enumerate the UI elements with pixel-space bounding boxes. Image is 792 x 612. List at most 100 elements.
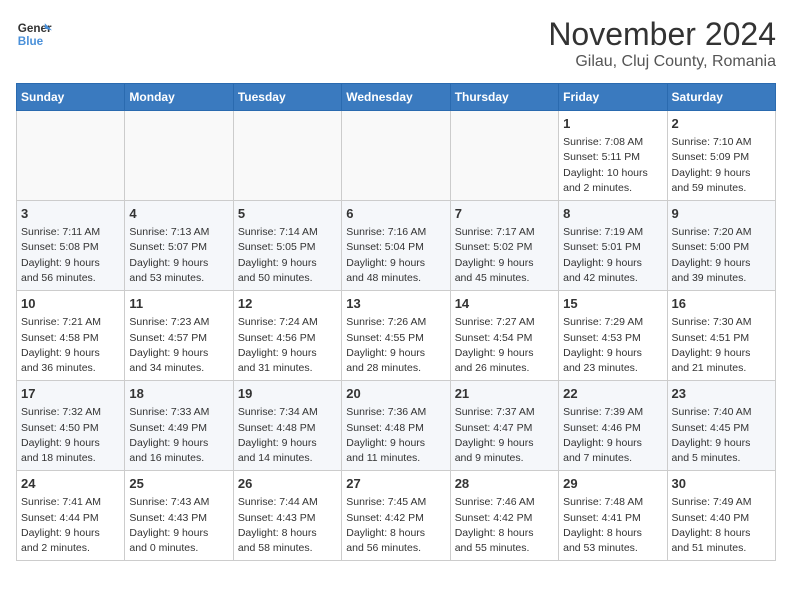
day-number: 19 <box>238 385 337 403</box>
calendar-cell: 23 Sunrise: 7:40 AMSunset: 4:45 PMDayligh… <box>667 381 775 471</box>
day-number: 26 <box>238 475 337 493</box>
day-info: Sunrise: 7:44 AMSunset: 4:43 PMDaylight:… <box>238 495 337 556</box>
page-subtitle: Gilau, Cluj County, Romania <box>548 53 776 71</box>
page-title: November 2024 <box>548 16 776 53</box>
day-of-week-header: Friday <box>559 84 667 111</box>
calendar-cell: 22 Sunrise: 7:39 AMSunset: 4:46 PMDayligh… <box>559 381 667 471</box>
calendar-cell: 19 Sunrise: 7:34 AMSunset: 4:48 PMDayligh… <box>233 381 341 471</box>
day-info: Sunrise: 7:39 AMSunset: 4:46 PMDaylight:… <box>563 405 662 466</box>
day-number: 1 <box>563 115 662 133</box>
day-info: Sunrise: 7:45 AMSunset: 4:42 PMDaylight:… <box>346 495 445 556</box>
calendar-cell: 15 Sunrise: 7:29 AMSunset: 4:53 PMDayligh… <box>559 291 667 381</box>
day-number: 16 <box>672 295 771 313</box>
day-of-week-header: Sunday <box>17 84 125 111</box>
day-of-week-header: Thursday <box>450 84 558 111</box>
day-info: Sunrise: 7:48 AMSunset: 4:41 PMDaylight:… <box>563 495 662 556</box>
day-info: Sunrise: 7:41 AMSunset: 4:44 PMDaylight:… <box>21 495 120 556</box>
logo-icon: General Blue <box>16 16 52 52</box>
day-number: 10 <box>21 295 120 313</box>
day-number: 12 <box>238 295 337 313</box>
calendar-cell: 11 Sunrise: 7:23 AMSunset: 4:57 PMDayligh… <box>125 291 233 381</box>
calendar-cell: 18Sunrise: 7:33 AMSunset: 4:49 PMDayligh… <box>125 381 233 471</box>
day-info: Sunrise: 7:32 AMSunset: 4:50 PMDaylight:… <box>21 405 120 466</box>
day-number: 13 <box>346 295 445 313</box>
day-info: Sunrise: 7:36 AMSunset: 4:48 PMDaylight:… <box>346 405 445 466</box>
calendar-cell: 30 Sunrise: 7:49 AMSunset: 4:40 PMDayligh… <box>667 471 775 561</box>
calendar-header-row: SundayMondayTuesdayWednesdayThursdayFrid… <box>17 84 776 111</box>
calendar-cell: 4Sunrise: 7:13 AMSunset: 5:07 PMDaylight… <box>125 201 233 291</box>
calendar-cell: 14Sunrise: 7:27 AMSunset: 4:54 PMDayligh… <box>450 291 558 381</box>
day-number: 14 <box>455 295 554 313</box>
day-info: Sunrise: 7:49 AMSunset: 4:40 PMDaylight:… <box>672 495 771 556</box>
calendar-cell: 3 Sunrise: 7:11 AMSunset: 5:08 PMDaylight… <box>17 201 125 291</box>
calendar-cell: 10 Sunrise: 7:21 AMSunset: 4:58 PMDayligh… <box>17 291 125 381</box>
day-number: 11 <box>129 295 228 313</box>
calendar-week-row: 24 Sunrise: 7:41 AMSunset: 4:44 PMDayligh… <box>17 471 776 561</box>
day-of-week-header: Tuesday <box>233 84 341 111</box>
day-number: 28 <box>455 475 554 493</box>
logo: General Blue <box>16 16 52 52</box>
calendar-cell <box>342 111 450 201</box>
day-number: 30 <box>672 475 771 493</box>
day-info: Sunrise: 7:13 AMSunset: 5:07 PMDaylight:… <box>129 225 228 286</box>
day-number: 7 <box>455 205 554 223</box>
day-number: 22 <box>563 385 662 403</box>
svg-text:Blue: Blue <box>18 35 44 48</box>
day-info: Sunrise: 7:34 AMSunset: 4:48 PMDaylight:… <box>238 405 337 466</box>
day-number: 24 <box>21 475 120 493</box>
calendar-cell: 13 Sunrise: 7:26 AMSunset: 4:55 PMDayligh… <box>342 291 450 381</box>
calendar-week-row: 10 Sunrise: 7:21 AMSunset: 4:58 PMDayligh… <box>17 291 776 381</box>
day-number: 21 <box>455 385 554 403</box>
day-info: Sunrise: 7:21 AMSunset: 4:58 PMDaylight:… <box>21 315 120 376</box>
day-info: Sunrise: 7:20 AMSunset: 5:00 PMDaylight:… <box>672 225 771 286</box>
calendar-cell: 26 Sunrise: 7:44 AMSunset: 4:43 PMDayligh… <box>233 471 341 561</box>
calendar-week-row: 17 Sunrise: 7:32 AMSunset: 4:50 PMDayligh… <box>17 381 776 471</box>
day-info: Sunrise: 7:30 AMSunset: 4:51 PMDaylight:… <box>672 315 771 376</box>
calendar-cell <box>233 111 341 201</box>
calendar-cell: 27 Sunrise: 7:45 AMSunset: 4:42 PMDayligh… <box>342 471 450 561</box>
day-number: 15 <box>563 295 662 313</box>
day-info: Sunrise: 7:16 AMSunset: 5:04 PMDaylight:… <box>346 225 445 286</box>
page-header: General Blue November 2024 Gilau, Cluj C… <box>16 16 776 71</box>
day-number: 17 <box>21 385 120 403</box>
title-block: November 2024 Gilau, Cluj County, Romani… <box>548 16 776 71</box>
day-number: 27 <box>346 475 445 493</box>
calendar-cell <box>450 111 558 201</box>
day-number: 2 <box>672 115 771 133</box>
day-info: Sunrise: 7:23 AMSunset: 4:57 PMDaylight:… <box>129 315 228 376</box>
day-info: Sunrise: 7:17 AMSunset: 5:02 PMDaylight:… <box>455 225 554 286</box>
calendar-cell: 5Sunrise: 7:14 AMSunset: 5:05 PMDaylight… <box>233 201 341 291</box>
day-number: 6 <box>346 205 445 223</box>
day-number: 25 <box>129 475 228 493</box>
day-info: Sunrise: 7:40 AMSunset: 4:45 PMDaylight:… <box>672 405 771 466</box>
day-info: Sunrise: 7:10 AMSunset: 5:09 PMDaylight:… <box>672 135 771 196</box>
calendar-cell: 6 Sunrise: 7:16 AMSunset: 5:04 PMDaylight… <box>342 201 450 291</box>
calendar-cell: 1 Sunrise: 7:08 AMSunset: 5:11 PMDaylight… <box>559 111 667 201</box>
day-info: Sunrise: 7:29 AMSunset: 4:53 PMDaylight:… <box>563 315 662 376</box>
day-of-week-header: Monday <box>125 84 233 111</box>
calendar-cell: 7 Sunrise: 7:17 AMSunset: 5:02 PMDaylight… <box>450 201 558 291</box>
day-info: Sunrise: 7:24 AMSunset: 4:56 PMDaylight:… <box>238 315 337 376</box>
day-info: Sunrise: 7:26 AMSunset: 4:55 PMDaylight:… <box>346 315 445 376</box>
day-number: 23 <box>672 385 771 403</box>
calendar-cell: 28 Sunrise: 7:46 AMSunset: 4:42 PMDayligh… <box>450 471 558 561</box>
day-number: 29 <box>563 475 662 493</box>
day-info: Sunrise: 7:08 AMSunset: 5:11 PMDaylight:… <box>563 135 662 196</box>
day-number: 8 <box>563 205 662 223</box>
calendar-cell: 21Sunrise: 7:37 AMSunset: 4:47 PMDayligh… <box>450 381 558 471</box>
calendar-cell: 2 Sunrise: 7:10 AMSunset: 5:09 PMDaylight… <box>667 111 775 201</box>
calendar-cell: 16 Sunrise: 7:30 AMSunset: 4:51 PMDayligh… <box>667 291 775 381</box>
calendar-cell: 29 Sunrise: 7:48 AMSunset: 4:41 PMDayligh… <box>559 471 667 561</box>
day-number: 3 <box>21 205 120 223</box>
day-number: 20 <box>346 385 445 403</box>
day-info: Sunrise: 7:43 AMSunset: 4:43 PMDaylight:… <box>129 495 228 556</box>
day-number: 18 <box>129 385 228 403</box>
day-info: Sunrise: 7:11 AMSunset: 5:08 PMDaylight:… <box>21 225 120 286</box>
calendar-cell: 20 Sunrise: 7:36 AMSunset: 4:48 PMDayligh… <box>342 381 450 471</box>
day-number: 9 <box>672 205 771 223</box>
calendar-cell <box>17 111 125 201</box>
calendar-cell: 9 Sunrise: 7:20 AMSunset: 5:00 PMDaylight… <box>667 201 775 291</box>
day-number: 5 <box>238 205 337 223</box>
calendar-cell: 17 Sunrise: 7:32 AMSunset: 4:50 PMDayligh… <box>17 381 125 471</box>
day-info: Sunrise: 7:46 AMSunset: 4:42 PMDaylight:… <box>455 495 554 556</box>
